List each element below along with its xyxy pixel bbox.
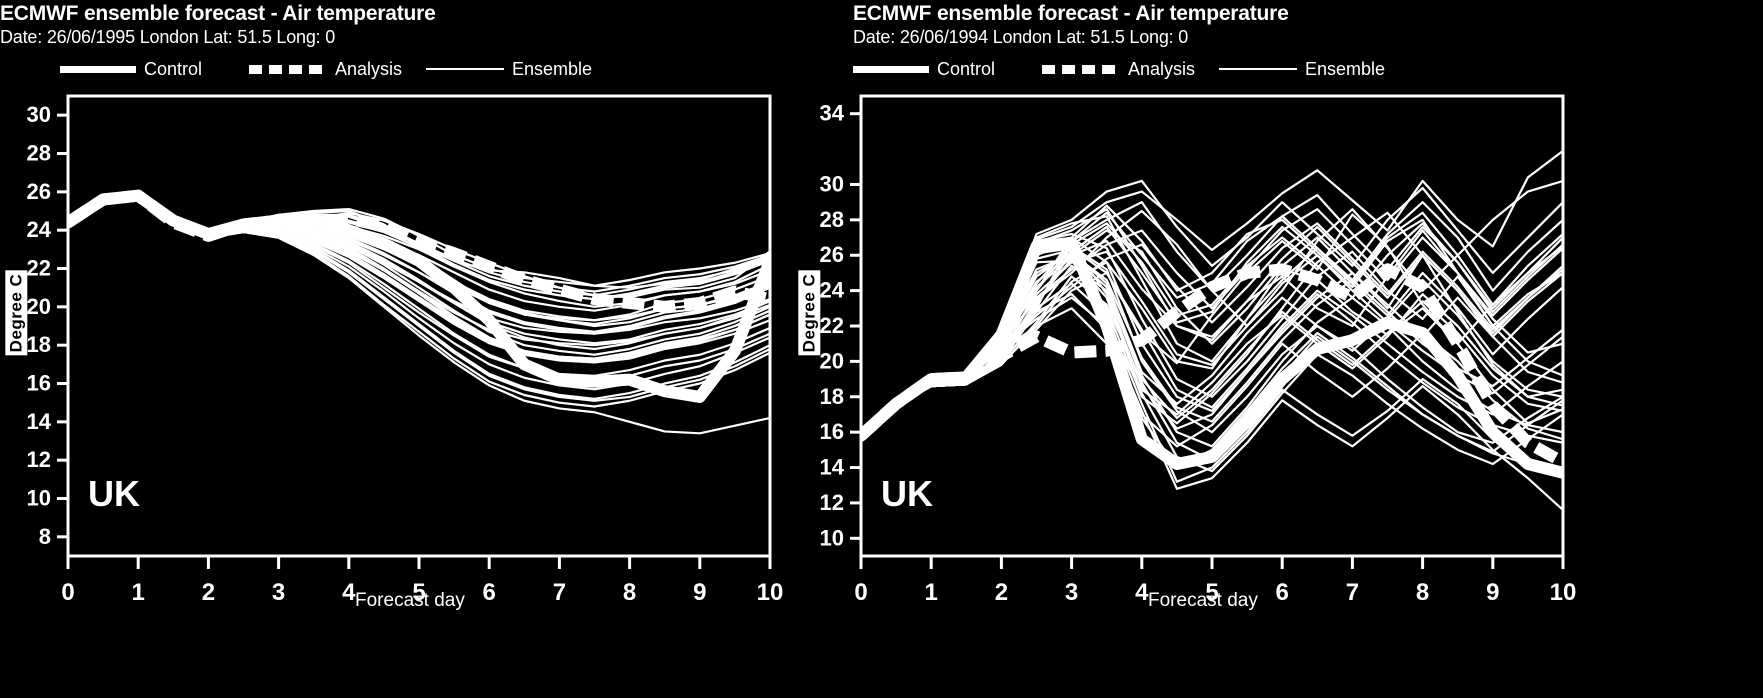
svg-text:30: 30 xyxy=(820,171,844,196)
svg-text:28: 28 xyxy=(27,141,51,166)
svg-text:22: 22 xyxy=(27,256,51,281)
legend-label-analysis: Analysis xyxy=(335,58,403,79)
svg-text:20: 20 xyxy=(820,348,844,373)
svg-text:1: 1 xyxy=(925,579,938,606)
svg-text:7: 7 xyxy=(553,579,566,606)
svg-text:12: 12 xyxy=(820,490,844,515)
ensemble-line-swatch-icon xyxy=(1219,68,1297,70)
legend-item-control: Control xyxy=(60,56,202,82)
legend-item-control: Control xyxy=(853,56,995,82)
analysis-dashed-line-swatch-icon xyxy=(249,64,327,74)
svg-text:16: 16 xyxy=(820,419,844,444)
svg-text:26: 26 xyxy=(27,179,51,204)
panel-right-plot-area: Degree C 10 12 14 16 18 20 22 24 26 28 30 34 0 1 2 3 4 5 6… xyxy=(793,88,1673,698)
svg-text:7: 7 xyxy=(1346,579,1359,606)
legend-item-analysis: Analysis xyxy=(1042,56,1195,82)
legend-item-ensemble: Ensemble xyxy=(1219,56,1385,82)
svg-text:0: 0 xyxy=(854,579,867,606)
svg-text:28: 28 xyxy=(820,207,844,232)
svg-text:12: 12 xyxy=(27,447,51,472)
svg-text:14: 14 xyxy=(27,409,52,434)
svg-text:34: 34 xyxy=(820,101,845,126)
control-line-swatch-icon xyxy=(60,65,136,73)
svg-text:14: 14 xyxy=(820,455,845,480)
analysis-dashed-line-swatch-icon xyxy=(1042,64,1120,74)
svg-text:9: 9 xyxy=(1486,579,1499,606)
legend-label-control: Control xyxy=(144,58,203,79)
legend-label-ensemble: Ensemble xyxy=(1305,58,1386,79)
control-line-swatch-icon xyxy=(853,65,929,73)
panel-right-legend: Control Analysis Ensemble xyxy=(793,56,1673,82)
svg-text:9: 9 xyxy=(693,579,706,606)
ensemble-line-swatch-icon xyxy=(426,68,504,70)
legend-item-analysis: Analysis xyxy=(249,56,402,82)
panel-left-title: ECMWF ensemble forecast - Air temperatur… xyxy=(0,2,436,25)
svg-text:1: 1 xyxy=(132,579,145,606)
x-axis-label-left: Forecast day xyxy=(355,590,465,611)
svg-text:6: 6 xyxy=(1276,579,1289,606)
svg-text:8: 8 xyxy=(623,579,636,606)
svg-text:26: 26 xyxy=(820,242,844,267)
svg-text:2: 2 xyxy=(995,579,1008,606)
legend-item-ensemble: Ensemble xyxy=(426,56,592,82)
svg-text:3: 3 xyxy=(1065,579,1078,606)
legend-label-ensemble: Ensemble xyxy=(512,58,593,79)
legend-label-analysis: Analysis xyxy=(1128,58,1196,79)
panel-left-legend: Control Analysis Ensemble xyxy=(0,56,880,82)
svg-text:6: 6 xyxy=(483,579,496,606)
chart-page: ECMWF ensemble forecast - Air temperatur… xyxy=(0,0,1763,698)
x-axis-label-right: Forecast day xyxy=(1148,590,1258,611)
panel-right-subtitle: Date: 26/06/1994 London Lat: 51.5 Long: … xyxy=(853,27,1189,47)
svg-text:20: 20 xyxy=(27,294,51,319)
svg-text:2: 2 xyxy=(202,579,215,606)
svg-text:18: 18 xyxy=(820,384,844,409)
panel-left: ECMWF ensemble forecast - Air temperatur… xyxy=(0,0,880,698)
svg-text:3: 3 xyxy=(272,579,285,606)
svg-text:24: 24 xyxy=(820,278,845,303)
svg-text:30: 30 xyxy=(27,102,51,127)
panel-right: ECMWF ensemble forecast - Air temperatur… xyxy=(793,0,1673,698)
svg-text:10: 10 xyxy=(1550,579,1577,606)
svg-text:10: 10 xyxy=(27,486,51,511)
panel-left-subtitle: Date: 26/06/1995 London Lat: 51.5 Long: … xyxy=(0,27,336,47)
svg-text:10: 10 xyxy=(820,525,844,550)
svg-text:18: 18 xyxy=(27,332,51,357)
svg-text:8: 8 xyxy=(39,524,51,549)
svg-text:10: 10 xyxy=(757,579,784,606)
svg-text:0: 0 xyxy=(61,579,74,606)
panel-right-title: ECMWF ensemble forecast - Air temperatur… xyxy=(853,2,1289,25)
region-tag-left: UK xyxy=(88,473,140,514)
legend-label-control: Control xyxy=(937,58,996,79)
panel-left-plot-area: Degree C 8 10 12 14 16 18 20 22 24 26 28 30 0 1 2 3 4 5 6 7… xyxy=(0,88,880,698)
svg-text:16: 16 xyxy=(27,371,51,396)
svg-text:8: 8 xyxy=(1416,579,1429,606)
region-tag-right: UK xyxy=(881,473,933,514)
svg-text:22: 22 xyxy=(820,313,844,338)
svg-text:24: 24 xyxy=(27,217,52,242)
